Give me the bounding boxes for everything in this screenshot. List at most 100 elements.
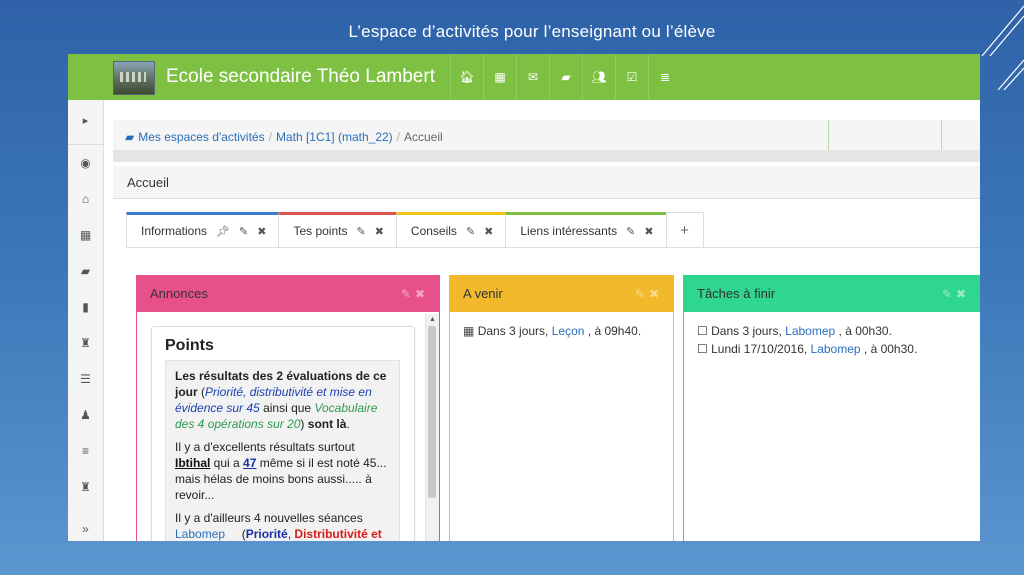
checkbox-icon[interactable]: ☐ xyxy=(697,342,708,356)
text-bold-red: Distributivité et xyxy=(294,527,382,541)
breadcrumb: ▰ Mes espaces d'activités / Math [1C1] (mat… xyxy=(113,120,980,154)
pencil-icon[interactable]: ✎ xyxy=(626,225,635,238)
pencil-icon[interactable]: ✎ xyxy=(239,225,248,238)
divider-line xyxy=(828,120,829,154)
list-icon[interactable]: ☰ xyxy=(68,372,103,386)
checkbox-icon[interactable]: ☐ xyxy=(697,324,708,338)
task-link[interactable]: Labomep xyxy=(811,342,861,356)
list-item: ▦ Dans 3 jours, Leçon , à 09h40. xyxy=(463,324,660,338)
close-icon[interactable]: ✖ xyxy=(257,225,266,238)
nav-icon-bar: 🏠︎ ▦ ✉︎ ▰ 👥︎ ☑︎ ≣ xyxy=(450,54,681,100)
student-name: Ibtihal xyxy=(175,456,211,470)
event-prefix: Dans 3 jours, xyxy=(477,324,552,338)
book-icon: ▰ xyxy=(125,130,135,144)
home-icon[interactable]: 🏠︎ xyxy=(450,54,483,100)
users-icon[interactable]: 👥︎ xyxy=(582,54,615,100)
task-prefix: Lundi 17/10/2016, xyxy=(711,342,811,356)
text: Il y a d'excellents résultats surtout xyxy=(175,440,355,454)
panel-header: Annonces ✎✖ xyxy=(137,276,439,312)
trophy-icon[interactable]: ♜ xyxy=(68,480,103,494)
panel-actions[interactable]: ✎✖ xyxy=(635,276,663,312)
labomep-link[interactable]: Labomep xyxy=(175,527,225,541)
slide-title: L’espace d’activités pour l’enseignant o… xyxy=(348,22,716,41)
panel-body: ▦ Dans 3 jours, Leçon , à 09h40. xyxy=(450,312,673,354)
calendar-icon[interactable]: ▦ xyxy=(483,54,516,100)
home-icon[interactable]: ⌂ xyxy=(68,192,103,206)
panel-header: Tâches à finir ✎✖ xyxy=(684,276,980,312)
folder-icon[interactable]: ▰ xyxy=(68,264,103,278)
close-icon[interactable]: ✖ xyxy=(484,225,493,238)
school-name[interactable]: Ecole secondaire Théo Lambert xyxy=(166,66,435,88)
icon-sidebar: ▸ ◉ ⌂ ▦ ▰ ▮ ♜ ☰ ♟ ≡ ♜ » xyxy=(68,100,104,541)
task-suffix: , à 00h30. xyxy=(860,342,918,356)
breadcrumb-separator: / xyxy=(268,130,272,144)
announcement-paragraph: Il y a d'excellents résultats surtout Ib… xyxy=(175,439,390,503)
check-square-icon[interactable]: ☑︎ xyxy=(615,54,648,100)
database-icon[interactable]: ≣ xyxy=(648,54,681,100)
panel-actions[interactable]: ✎✖ xyxy=(401,276,429,312)
tab-label: Liens intéressants xyxy=(520,224,618,238)
list-item: ☐ Dans 3 jours, Labomep , à 00h30. xyxy=(697,324,979,338)
text: ) xyxy=(300,417,308,431)
list-icon[interactable]: ≡ xyxy=(68,444,103,458)
breadcrumb-separator: / xyxy=(396,130,400,144)
announcement-paragraph: Les résultats des 2 évaluations de ce jo… xyxy=(175,368,390,432)
breadcrumb-link-spaces[interactable]: Mes espaces d'activités xyxy=(138,130,264,144)
top-navbar: Ecole secondaire Théo Lambert 🏠︎ ▦ ✉︎ ▰ … xyxy=(68,54,980,100)
app-window: Ecole secondaire Théo Lambert 🏠︎ ▦ ✉︎ ▰ … xyxy=(68,54,980,541)
close-icon[interactable]: ✖ xyxy=(375,225,384,238)
users-icon[interactable]: ♟ xyxy=(68,408,103,422)
page-title: Accueil xyxy=(113,166,980,199)
trophy-icon[interactable]: ♜ xyxy=(68,336,103,350)
pin-icon[interactable]: 📌︎ xyxy=(216,225,230,238)
score-link[interactable]: 47 xyxy=(243,456,256,470)
tab-liens-interessants[interactable]: Liens intéressants ✎ ✖ xyxy=(505,212,667,248)
sidebar-toggle-icon[interactable]: ▸ xyxy=(68,114,103,127)
text: . xyxy=(346,417,350,431)
text-bold: sont là xyxy=(307,417,347,431)
close-icon[interactable]: ✖ xyxy=(644,225,653,238)
folder-icon[interactable]: ▰ xyxy=(549,54,582,100)
panel-header: A venir ✎✖ xyxy=(450,276,673,312)
pencil-icon[interactable]: ✎ xyxy=(466,225,475,238)
bar-chart-icon[interactable]: ▮ xyxy=(68,300,103,314)
text: ( xyxy=(225,527,246,541)
panel-body: ☐ Dans 3 jours, Labomep , à 00h30. ☐ Lun… xyxy=(684,312,980,372)
chevron-double-down-icon[interactable]: » xyxy=(68,522,103,536)
event-suffix: , à 09h40. xyxy=(584,324,642,338)
announcement-title: Points xyxy=(165,337,214,354)
panel-scrollbar[interactable]: ▲ xyxy=(425,314,439,541)
tab-conseils[interactable]: Conseils ✎ ✖ xyxy=(395,212,507,248)
breadcrumb-link-course[interactable]: Math [1C1] (math_22) xyxy=(276,130,393,144)
event-link[interactable]: Leçon xyxy=(552,324,585,338)
panel-title: A venir xyxy=(463,286,503,301)
announcement-body: Les résultats des 2 évaluations de ce jo… xyxy=(165,360,400,541)
tab-informations[interactable]: Informations 📌︎ ✎ ✖ xyxy=(126,212,280,248)
text: ainsi que xyxy=(259,401,315,415)
calendar-icon[interactable]: ▦ xyxy=(68,228,103,242)
pencil-icon[interactable]: ✎ xyxy=(356,225,365,238)
scroll-thumb[interactable] xyxy=(428,326,436,498)
eye-icon[interactable]: ◉ xyxy=(68,156,103,170)
task-link[interactable]: Labomep xyxy=(785,324,835,338)
tab-label: Conseils xyxy=(410,224,457,238)
add-tab-button[interactable]: + xyxy=(665,212,704,248)
tab-label: Tes points xyxy=(293,224,348,238)
announcement-card: Points Les résultats des 2 évaluations d… xyxy=(151,326,415,541)
tab-bar: Informations 📌︎ ✎ ✖ Tes points ✎ ✖ Conse… xyxy=(126,212,704,248)
panel-title: Annonces xyxy=(150,286,208,301)
text: qui a xyxy=(210,456,244,470)
task-prefix: Dans 3 jours, xyxy=(711,324,786,338)
envelope-icon[interactable]: ✉︎ xyxy=(516,54,549,100)
text: ( xyxy=(197,385,206,399)
panel-actions[interactable]: ✎✖ xyxy=(942,276,970,312)
announcement-paragraph: Il y a d'ailleurs 4 nouvelles séances La… xyxy=(175,510,390,541)
list-item: ☐ Lundi 17/10/2016, Labomep , à 00h30. xyxy=(697,342,979,356)
task-suffix: , à 00h30. xyxy=(835,324,892,338)
panel-taches-a-finir: Tâches à finir ✎✖ ☐ Dans 3 jours, Labome… xyxy=(683,275,980,541)
gray-strip xyxy=(113,150,980,162)
scroll-up-arrow-icon[interactable]: ▲ xyxy=(429,316,436,323)
text-bold-navy: Priorité xyxy=(245,527,288,541)
tab-tes-points[interactable]: Tes points ✎ ✖ xyxy=(278,212,397,248)
school-logo[interactable] xyxy=(113,61,155,95)
